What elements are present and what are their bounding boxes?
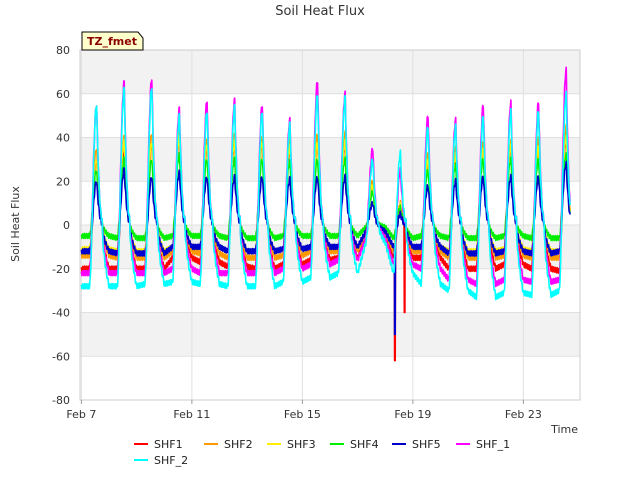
tz-badge: TZ_fmet — [81, 31, 144, 51]
plot-band — [80, 50, 580, 94]
legend-label: SHF_2 — [154, 454, 188, 467]
plot-band — [80, 312, 580, 357]
y-axis-title: Soil Heat Flux — [9, 186, 22, 262]
legend-label: SHF_1 — [476, 438, 510, 451]
legend-label: SHF5 — [412, 438, 441, 451]
y-tick-label: -40 — [52, 307, 70, 320]
y-tick-label: 0 — [63, 219, 70, 232]
tz-badge-label: TZ_fmet — [87, 35, 137, 48]
x-tick-label: Feb 15 — [284, 408, 321, 421]
legend-label: SHF2 — [224, 438, 253, 451]
legend-label: SHF1 — [154, 438, 183, 451]
chart-title: Soil Heat Flux — [275, 4, 365, 19]
y-tick-label: -80 — [52, 394, 70, 407]
y-tick-label: 60 — [56, 88, 70, 101]
y-tick-label: 20 — [56, 175, 70, 188]
legend-label: SHF3 — [287, 438, 316, 451]
x-tick-label: Feb 23 — [505, 408, 542, 421]
y-tick-label: -20 — [52, 263, 70, 276]
soil-heat-flux-chart: -80 -60 -40 -20 0 20 40 60 80 Feb 7 Feb 11 Feb 15 F… — [0, 0, 640, 480]
plot-band — [80, 356, 580, 400]
legend-label: SHF4 — [350, 438, 379, 451]
x-tick-label: Feb 7 — [66, 408, 96, 421]
y-tick-label: 40 — [56, 132, 70, 145]
y-tick-label: -60 — [52, 350, 70, 363]
x-tick-label: Feb 11 — [173, 408, 210, 421]
y-tick-label: 80 — [56, 44, 70, 57]
x-axis-title: Time — [550, 423, 578, 436]
x-tick-label: Feb 19 — [394, 408, 431, 421]
plot-band — [80, 93, 580, 138]
